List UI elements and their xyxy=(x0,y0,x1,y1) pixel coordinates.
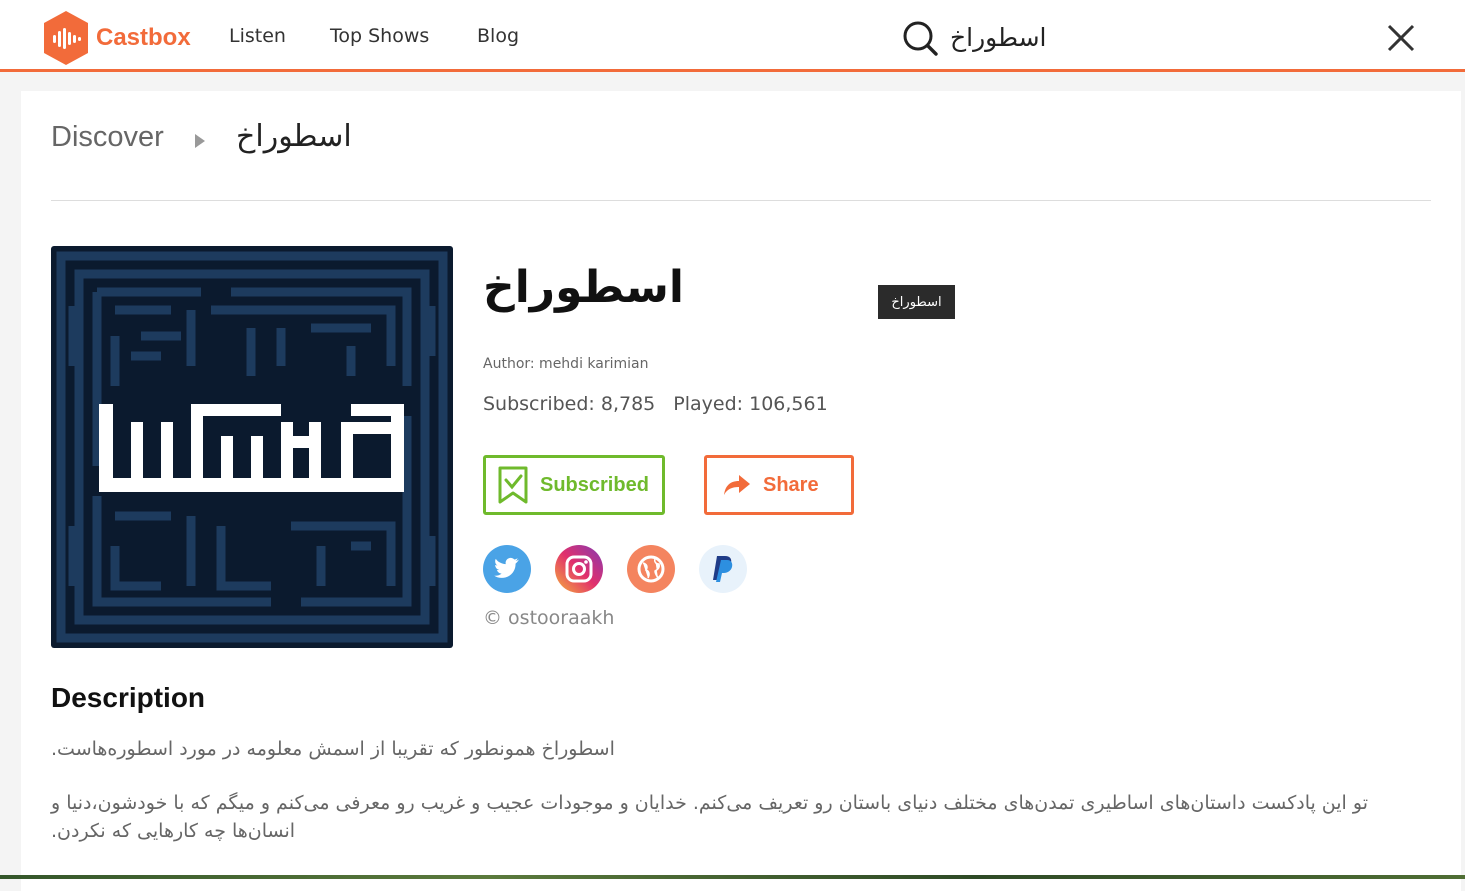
show-author: Author: mehdi karimian xyxy=(483,356,649,372)
top-bar: Castbox Listen Top Shows Blog xyxy=(0,0,1465,72)
share-label: Share xyxy=(763,473,819,496)
description-heading: Description xyxy=(51,682,206,713)
description-paragraph: تو این پادکست داستان‌های اساطیری تمدن‌ها… xyxy=(51,792,1368,842)
castbox-logo-icon xyxy=(44,11,88,65)
search-icon[interactable] xyxy=(902,20,938,56)
globe-glyph xyxy=(637,555,665,583)
nav-listen[interactable]: Listen xyxy=(229,0,286,72)
instagram-icon[interactable] xyxy=(555,545,603,593)
website-icon[interactable] xyxy=(627,545,675,593)
nav-top-shows[interactable]: Top Shows xyxy=(330,0,429,72)
subscribed-label: Subscribed xyxy=(540,473,649,496)
instagram-glyph xyxy=(565,555,593,583)
close-icon[interactable] xyxy=(1386,23,1416,53)
show-stats: Subscribed: 8,785 Played: 106,561 xyxy=(483,393,828,415)
subscribed-count: Subscribed: 8,785 xyxy=(483,393,656,415)
share-arrow-icon xyxy=(724,475,750,495)
brand-name: Castbox xyxy=(96,24,191,51)
breadcrumb-discover[interactable]: Discover xyxy=(51,121,164,154)
description-paragraph: اسطوراخ همونطور که تقریبا از اسمش معلومه… xyxy=(51,738,615,760)
twitter-icon[interactable] xyxy=(483,545,531,593)
nav-blog[interactable]: Blog xyxy=(477,0,519,72)
title-tooltip: اسطوراخ xyxy=(878,285,955,319)
bookmark-check-icon xyxy=(498,466,528,504)
share-button[interactable]: Share xyxy=(704,455,854,515)
show-title: اسطوراخ xyxy=(483,262,684,313)
podcast-cover-image xyxy=(51,246,453,648)
twitter-bird-glyph xyxy=(494,557,519,578)
paypal-glyph xyxy=(713,556,733,582)
divider xyxy=(51,200,1431,201)
breadcrumb-separator-icon xyxy=(195,134,205,148)
bottom-strip xyxy=(0,875,1465,879)
paypal-icon[interactable] xyxy=(699,545,747,593)
played-count: Played: 106,561 xyxy=(673,393,828,415)
subscribed-button[interactable]: Subscribed xyxy=(483,455,665,515)
castbox-logo[interactable]: Castbox xyxy=(42,11,191,65)
breadcrumb-current: اسطوراخ xyxy=(236,119,352,154)
search-input[interactable] xyxy=(950,18,1350,56)
copyright: © ostooraakh xyxy=(483,607,615,629)
